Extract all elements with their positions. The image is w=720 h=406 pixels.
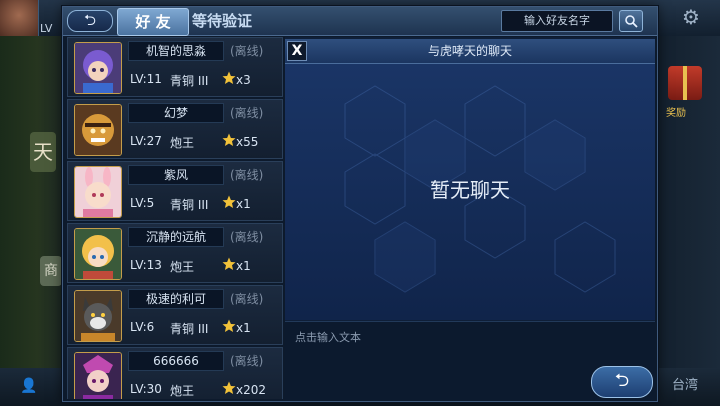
avatar [74,166,122,218]
friend-rank: 青铜 III [170,198,209,212]
friend-star-count: x55 [236,135,259,149]
friend-name: 极速的利可 [128,289,224,309]
friend-level: LV:30 [130,382,162,396]
friend-item[interactable]: 机智的思淼 (离线) LV:11 青铜 III x3 [67,37,283,97]
chat-input-area: ⮌ [285,321,655,400]
left-badge-ranking[interactable]: 天 [30,132,56,172]
friend-rank: 青铜 III [170,322,209,336]
friend-item[interactable]: 幻梦 (离线) LV:27 炮王 x55 [67,99,283,159]
game-right-panel: 奖励 [656,36,720,406]
avatar [74,228,122,280]
game-left-panel: 天 商 [0,36,62,406]
friend-star-count: x3 [236,73,251,87]
star-icon [222,195,236,208]
friend-star-count: x1 [236,321,251,335]
avatar [74,104,122,156]
friend-level: LV:13 [130,258,162,272]
send-button[interactable]: ⮌ [591,366,653,398]
friend-item[interactable]: 沉静的远航 (离线) LV:13 炮王 x1 [67,223,283,283]
avatar [74,352,122,399]
friend-star-count: x1 [236,259,251,273]
friend-status: (离线) [230,230,264,244]
bottom-right-label[interactable]: 台湾 [672,374,698,393]
friends-panel: ⮌ 好 友 等待验证 机智的思淼 ( [62,6,658,402]
friend-item[interactable]: 极速的利可 (离线) LV:6 青铜 III x1 [67,285,283,345]
friend-status: (离线) [230,354,264,368]
friend-star-count: x202 [236,383,267,397]
star-icon [222,257,236,270]
chat-message-input[interactable] [295,328,575,346]
friend-rank: 炮王 [170,384,195,398]
friend-list[interactable]: 机智的思淼 (离线) LV:11 青铜 III x3 幻梦 (离线) LV:27… [65,37,283,399]
friend-level: LV:5 [130,196,155,210]
close-chat-button[interactable]: X [287,41,307,61]
back-button[interactable]: ⮌ [67,10,113,32]
friend-name: 幻梦 [128,103,224,123]
friend-status: (离线) [230,168,264,182]
star-icon [222,381,236,394]
friend-name: 紫风 [128,165,224,185]
user-icon[interactable]: 👤 [20,378,37,394]
empty-chat-message: 暂无聊天 [430,178,510,202]
friend-status: (离线) [230,106,264,120]
tab-pending-verification[interactable]: 等待验证 [187,8,257,34]
tab-friends[interactable]: 好 友 [117,8,189,36]
friend-star-count: x1 [236,197,251,211]
friend-rank: 炮王 [170,136,195,150]
avatar [74,42,122,94]
friend-name: 666666 [128,351,224,371]
chat-title: 与虎哮天的聊天 [427,44,512,58]
gift-label: 奖励 [666,108,686,119]
friend-name: 机智的思淼 [128,41,224,61]
player-level-label: LV [40,22,53,35]
panel-header: ⮌ 好 友 等待验证 [63,7,657,36]
friend-item[interactable]: 紫风 (离线) LV:5 青铜 III x1 [67,161,283,221]
friend-item[interactable]: 666666 (离线) LV:30 炮王 x202 [67,347,283,399]
friend-search-input[interactable] [501,10,613,32]
friend-status: (离线) [230,44,264,58]
friend-level: LV:6 [130,320,155,334]
star-icon [222,133,236,146]
friend-status: (离线) [230,292,264,306]
search-icon [625,15,638,28]
search-button[interactable] [619,10,643,32]
chat-messages: 暂无聊天 [285,64,655,320]
friend-level: LV:11 [130,72,162,86]
chat-header: 与虎哮天的聊天 X [285,39,655,64]
player-avatar[interactable] [0,0,39,38]
gear-icon[interactable]: ⚙ [680,6,702,28]
friend-name: 沉静的远航 [128,227,224,247]
gift-icon[interactable] [668,66,702,100]
friend-rank: 炮王 [170,260,195,274]
star-icon [222,319,236,332]
friend-rank: 青铜 III [170,74,209,88]
avatar [74,290,122,342]
star-icon [222,71,236,84]
left-badge-shop[interactable]: 商 [40,256,62,286]
friend-level: LV:27 [130,134,162,148]
chat-pane: 与虎哮天的聊天 X 暂无聊天 点击输入文本 ⮌ [285,37,655,400]
